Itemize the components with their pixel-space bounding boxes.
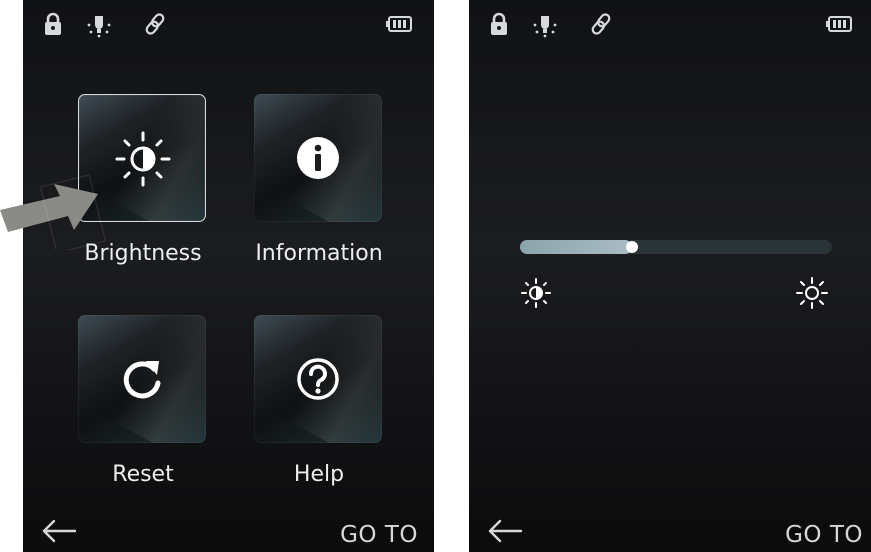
menu-screen: Brightness Information Reset Help GO TO bbox=[23, 0, 434, 552]
slider-fill bbox=[520, 240, 633, 254]
link-icon bbox=[587, 10, 615, 38]
lock-icon bbox=[39, 10, 67, 38]
status-bar bbox=[469, 0, 871, 44]
reset-label: Reset bbox=[112, 462, 174, 487]
slider-thumb[interactable] bbox=[626, 241, 639, 253]
back-arrow-icon[interactable] bbox=[39, 516, 79, 546]
reset-icon bbox=[108, 345, 176, 413]
help-tile[interactable] bbox=[254, 315, 382, 443]
status-bar bbox=[23, 0, 434, 44]
brightness-slider[interactable] bbox=[520, 240, 832, 254]
information-label: Information bbox=[255, 241, 383, 266]
brightness-screen: GO TO bbox=[469, 0, 871, 552]
bulb-icon bbox=[85, 10, 113, 38]
goto-button[interactable]: GO TO bbox=[340, 522, 418, 548]
help-icon bbox=[284, 345, 352, 413]
brightness-high-icon[interactable] bbox=[795, 276, 829, 310]
goto-button[interactable]: GO TO bbox=[785, 522, 863, 548]
back-arrow-icon[interactable] bbox=[485, 516, 525, 546]
pointer-arrow-icon bbox=[0, 174, 107, 250]
brightness-low-icon[interactable] bbox=[519, 276, 553, 310]
battery-icon bbox=[385, 10, 413, 38]
lock-icon bbox=[485, 10, 513, 38]
bulb-icon bbox=[531, 10, 559, 38]
reset-tile[interactable] bbox=[78, 315, 206, 443]
battery-icon bbox=[825, 10, 853, 38]
help-label: Help bbox=[293, 462, 345, 487]
link-icon bbox=[141, 10, 169, 38]
brightness-icon bbox=[109, 125, 177, 193]
information-tile[interactable] bbox=[254, 94, 382, 222]
info-icon bbox=[284, 124, 352, 192]
